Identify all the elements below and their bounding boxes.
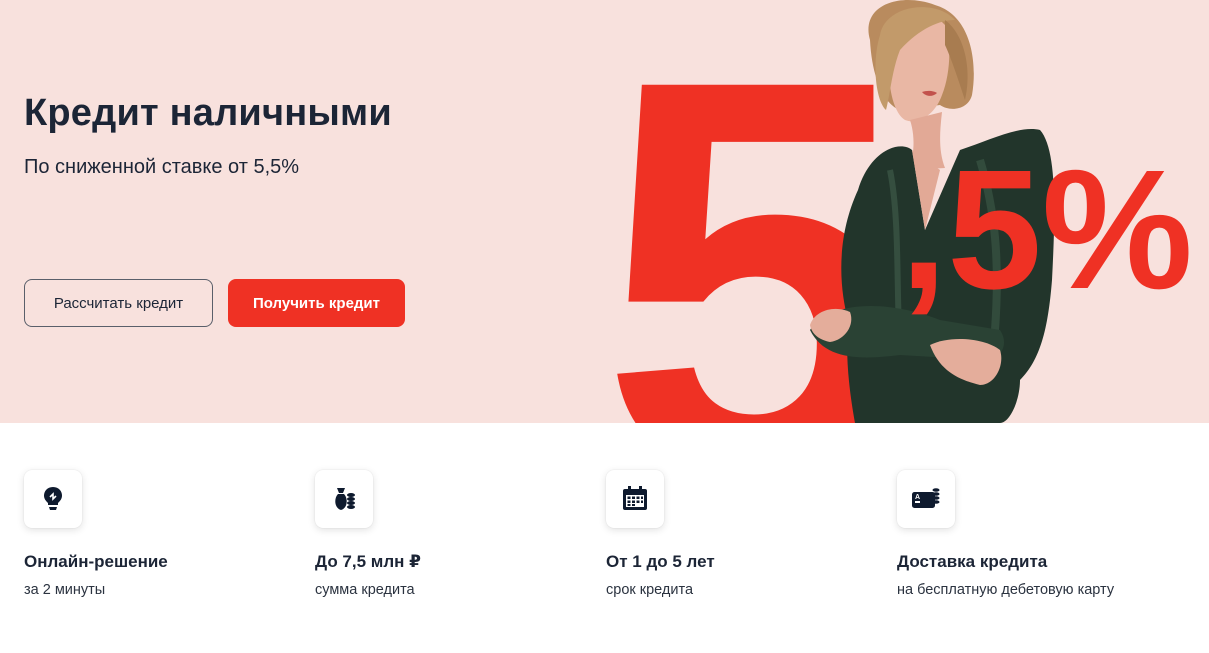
get-credit-button[interactable]: Получить кредит: [228, 279, 405, 327]
svg-text:A: A: [915, 494, 920, 501]
feature-online-decision: Онлайн-решение за 2 минуты: [24, 470, 304, 598]
feature-icon-box: [24, 470, 82, 528]
feature-title: Онлайн-решение: [24, 552, 168, 571]
money-bag-icon: [335, 488, 355, 510]
features-row: Онлайн-решение за 2 минуты До 7,5 млн ₽ …: [0, 423, 1209, 653]
feature-icon-box: [315, 470, 373, 528]
page-title: Кредит наличными: [24, 92, 392, 134]
feature-title: Доставка кредита: [897, 552, 1048, 571]
feature-title: До 7,5 млн ₽: [315, 552, 421, 571]
promo-rate-illustration: 5 ,5%: [600, 0, 1193, 423]
lightbulb-icon: [44, 487, 62, 510]
feature-icon-box: [606, 470, 664, 528]
feature-desc: срок кредита: [606, 582, 694, 598]
feature-credit-amount: До 7,5 млн ₽ сумма кредита: [315, 470, 595, 598]
calendar-icon: [623, 486, 647, 510]
feature-desc: сумма кредита: [315, 582, 415, 598]
calculate-credit-button[interactable]: Рассчитать кредит: [24, 279, 213, 327]
feature-desc: за 2 минуты: [24, 582, 106, 598]
hero-subtitle: По сниженной ставке от 5,5%: [24, 156, 300, 178]
promo-rate-rest: ,5%: [900, 135, 1193, 325]
feature-credit-delivery: A Доставка кредита на бесплатную дебетов…: [897, 470, 1177, 598]
feature-title: От 1 до 5 лет: [606, 552, 715, 571]
feature-credit-term: От 1 до 5 лет срок кредита: [606, 470, 886, 598]
feature-icon-box: A: [897, 470, 955, 528]
hero-banner: Кредит наличными По сниженной ставке от …: [0, 0, 1209, 423]
feature-desc: на бесплатную дебетовую карту: [897, 582, 1115, 598]
card-coins-icon: A: [912, 488, 940, 508]
